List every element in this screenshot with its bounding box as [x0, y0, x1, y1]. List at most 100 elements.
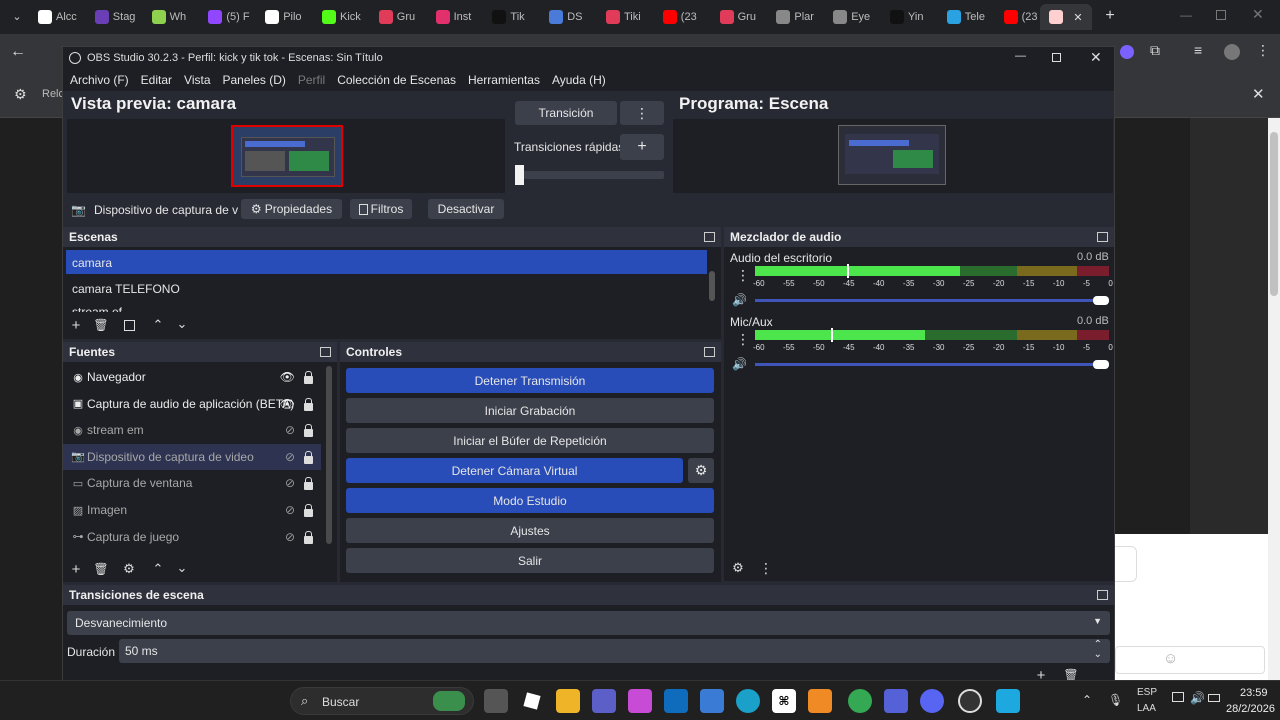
eye-hidden-icon[interactable]: ⊘ [285, 450, 295, 464]
language-bottom[interactable]: LAA [1137, 703, 1156, 714]
eye-hidden-icon[interactable]: ⊘ [285, 476, 295, 490]
menu-item[interactable]: Ayuda (H) [546, 73, 612, 87]
microphone-icon[interactable]: 🎙 [1108, 693, 1123, 707]
copilot-icon[interactable] [628, 689, 652, 713]
channel-menu-icon[interactable]: ⋮ [736, 267, 750, 284]
browser-tab[interactable]: Tiki [606, 6, 656, 28]
eye-icon[interactable]: 👁 [280, 370, 295, 384]
eye-hidden-icon[interactable]: ⊘ [285, 503, 295, 517]
undock-icon[interactable] [704, 232, 715, 242]
close-tab-icon[interactable]: ✕ [1073, 11, 1082, 24]
new-tab-button[interactable]: + [1101, 7, 1119, 25]
start-replay-buffer-button[interactable]: Iniciar el Búfer de Repetición [346, 428, 714, 453]
source-item[interactable]: ▨ Imagen ⊘ [63, 497, 321, 523]
puzzle-icon[interactable]: ⧉ [1150, 42, 1160, 59]
volume-slider[interactable] [755, 299, 1109, 302]
browser-tab[interactable]: Tele [946, 6, 997, 28]
properties-button[interactable]: ⚙ Propiedades [241, 199, 342, 219]
network-icon[interactable] [1172, 692, 1184, 702]
browser-tab[interactable]: Plar [776, 6, 826, 28]
browser-tab[interactable]: DS [549, 6, 599, 28]
source-item[interactable]: ⊶ Captura de juego ⊘ [63, 524, 321, 550]
menu-item[interactable]: Perfil [292, 73, 331, 87]
outlook-icon[interactable] [664, 689, 688, 713]
settings-gear-icon[interactable]: ⚙ [14, 86, 27, 103]
browser-tab[interactable]: Alcc [38, 6, 88, 28]
remove-source-button[interactable]: 🗑 [93, 561, 109, 577]
menu-item[interactable]: Editar [135, 73, 178, 87]
source-item[interactable]: ◉ stream em ⊘ [63, 417, 321, 443]
preview-thumbnail[interactable] [231, 125, 343, 187]
obs-minimize-button[interactable]: — [1015, 50, 1026, 62]
search-box[interactable]: ⌕ Buscar [290, 687, 474, 715]
start-recording-button[interactable]: Iniciar Grabación [346, 398, 714, 423]
volume-slider-handle[interactable] [1093, 296, 1109, 305]
browser-tab[interactable]: Wh [151, 6, 202, 28]
browser-tab[interactable]: Kick [322, 6, 372, 28]
speaker-icon[interactable]: 🔊 [732, 293, 747, 307]
tray-chevron-icon[interactable]: ⌃ [1082, 693, 1092, 707]
browser-tab[interactable]: Gru [378, 6, 429, 28]
media-icon[interactable]: ≡ [1194, 42, 1202, 58]
back-arrow-icon[interactable]: ← [10, 43, 26, 61]
transition-options-button[interactable]: ⋮ [620, 101, 664, 125]
tbar-slider[interactable] [515, 171, 664, 179]
chat-field[interactable] [1115, 646, 1265, 674]
close-browser-button[interactable]: ✕ [1252, 6, 1264, 23]
start-button[interactable] [258, 691, 278, 711]
tab-list-icon[interactable]: ⌄ [8, 8, 26, 26]
browser-tab[interactable]: Tik [492, 6, 542, 28]
browser-tab[interactable]: (23 [662, 6, 713, 28]
undock-icon[interactable] [1097, 590, 1108, 600]
undock-icon[interactable] [704, 347, 715, 357]
profile-avatar[interactable] [1224, 44, 1240, 60]
browser-tab[interactable]: (5) F [208, 6, 258, 28]
minimize-browser-button[interactable]: — [1180, 8, 1192, 22]
battery-icon[interactable] [1208, 694, 1220, 702]
close-infobar-icon[interactable]: ✕ [1252, 85, 1265, 103]
chat-input[interactable] [1115, 546, 1137, 582]
roblox-icon[interactable] [520, 689, 544, 713]
source-item[interactable]: ▣ Captura de audio de aplicación (BETA) 👁 [63, 391, 321, 417]
transition-select[interactable]: Desvanecimiento ▼ [67, 611, 1110, 635]
lock-icon[interactable] [304, 477, 313, 491]
move-scene-up-button[interactable]: ⌃ [150, 317, 166, 333]
stop-streaming-button[interactable]: Detener Transmisión [346, 368, 714, 393]
task-view-icon[interactable] [484, 689, 508, 713]
menu-item[interactable]: Colección de Escenas [331, 73, 462, 87]
fiverr-icon[interactable] [996, 689, 1020, 713]
obs-close-button[interactable]: ✕ [1090, 49, 1102, 66]
tbar-handle[interactable] [515, 165, 524, 185]
scene-item-selected[interactable]: camara [66, 250, 707, 274]
app-icon[interactable] [884, 689, 908, 713]
scene-filters-button[interactable] [121, 317, 137, 333]
lock-icon[interactable] [304, 530, 313, 544]
settings-button[interactable]: Ajustes [346, 518, 714, 543]
clock-time[interactable]: 23:59 [1240, 687, 1268, 699]
source-item[interactable]: ▭ Captura de ventana ⊘ [63, 470, 321, 496]
menu-item[interactable]: Archivo (F) [64, 73, 135, 87]
add-source-button[interactable]: + [68, 561, 84, 578]
eye-hidden-icon[interactable]: ⊘ [285, 530, 295, 544]
source-item[interactable]: ◉ Navegador 👁 [63, 364, 321, 390]
emoji-icon[interactable]: ☺ [1163, 650, 1178, 667]
browser-tab[interactable]: Pilo [265, 6, 315, 28]
obs-maximize-button[interactable] [1052, 53, 1061, 62]
source-item[interactable]: 📷 Dispositivo de captura de video ⊘ [63, 443, 321, 470]
store-icon[interactable] [700, 689, 724, 713]
move-source-up-button[interactable]: ⌃ [150, 561, 166, 577]
edge-icon[interactable] [736, 689, 760, 713]
stop-virtual-camera-button[interactable]: Detener Cámara Virtual [346, 458, 683, 483]
file-explorer-icon[interactable] [556, 689, 580, 713]
add-quick-transition-button[interactable]: + [620, 134, 664, 160]
eye-icon[interactable]: 👁 [280, 397, 295, 411]
studio-mode-button[interactable]: Modo Estudio [346, 488, 714, 513]
deactivate-button[interactable]: Desactivar [428, 199, 504, 219]
add-scene-button[interactable]: + [68, 317, 84, 334]
menu-item[interactable]: Paneles (D) [217, 73, 292, 87]
fl-studio-icon[interactable] [808, 689, 832, 713]
lock-icon[interactable] [304, 424, 313, 438]
volume-slider-handle[interactable] [1093, 360, 1109, 369]
mixer-menu-icon[interactable]: ⋮ [758, 560, 774, 576]
page-scrollbar[interactable] [1268, 118, 1280, 680]
